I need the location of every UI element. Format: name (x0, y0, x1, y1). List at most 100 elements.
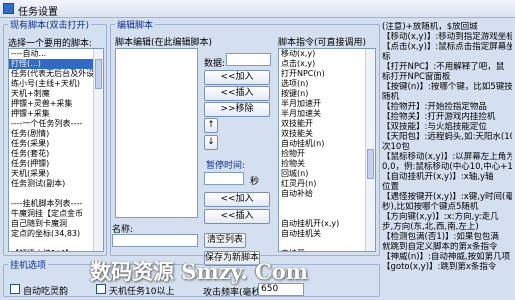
note-line: 秒),比如按哪个键点5随机 (382, 202, 479, 212)
command-list-item[interactable]: 点击(x,y) (279, 59, 375, 69)
note-line: 次10包 (382, 142, 410, 152)
note-line: 【神威(n)】:自动神威,按如第几项 (382, 252, 511, 262)
note-line: 【打开NPC】:不用解释了吧，鼠 (382, 62, 505, 72)
note-line: 就跳到自定义脚本的第x条指令 (382, 242, 498, 252)
add-button[interactable]: <<加入 (204, 70, 270, 85)
note-line: 【鼠标移动(x,y)】:以屏幕左上角为 (382, 152, 512, 162)
existing-scripts-list[interactable]: ----自动... 打怪(...) 任务(代表无后台及外设...) 练小号(主线+天机… (8, 48, 104, 252)
note-line: 标 (382, 52, 391, 62)
insert-button-2[interactable]: <<插入 (204, 209, 270, 224)
note-line: 【双技能】:与火焰技能定位 (382, 122, 487, 132)
command-list-item[interactable]: 内挂开 (279, 249, 375, 251)
commands-list-scroll-thumb[interactable] (367, 149, 374, 179)
command-list-item[interactable]: 捡物开 (279, 149, 375, 159)
command-list-item[interactable] (279, 199, 375, 209)
script-list-item[interactable]: 练小号(主线+天机) (9, 79, 103, 89)
command-list-item[interactable]: 回城(n) (279, 169, 375, 179)
auto-eat-label: 自动吃灵韵 (23, 287, 69, 297)
script-list-item[interactable]: 押镖+灵兽+采集 (9, 99, 103, 109)
command-list-item[interactable]: 半月加速开 (279, 99, 375, 109)
script-list-item[interactable]: 任务测试(副本) (9, 179, 103, 189)
script-list-item[interactable]: 任务(押镖) (9, 159, 103, 169)
script-list-item[interactable]: 任务(采果) (9, 139, 103, 149)
note-line: 【捡物开】:开始捡指定物品 (382, 102, 487, 112)
script-edit-label: 脚本编辑(在此编辑脚本) (115, 38, 213, 48)
command-list-item[interactable]: 红灵丹(n) (279, 179, 375, 189)
command-list-item[interactable]: 选项(n) (279, 79, 375, 89)
command-list-item[interactable]: 自动挂机开(x,y) (279, 219, 375, 229)
script-list-item[interactable]: ----一个任务列表---- (9, 119, 103, 129)
script-list-item[interactable]: 任务(剧情) (9, 129, 103, 139)
add-button-2[interactable]: <<加入 (204, 192, 270, 207)
command-list-item[interactable]: 自动挂机(n) (279, 139, 375, 149)
script-list-item[interactable]: ----自动... (9, 49, 103, 59)
edit-script-group-title: 编辑脚本 (115, 18, 156, 31)
script-list-item[interactable]: 打怪(...) (9, 59, 103, 69)
script-list-item[interactable]: 定点的坐标(34,83) (9, 229, 103, 239)
note-line: 【自动挂机开(x,y)】:x轴,y轴 (382, 172, 494, 182)
hang-options-group-title: 挂机选项 (8, 258, 49, 271)
note-line: 【捡物关】:打开游戏内挂捡机 (382, 112, 496, 122)
scripts-list-scrollbar[interactable] (93, 49, 103, 251)
command-list-item[interactable] (279, 209, 375, 219)
script-edit-list[interactable] (115, 48, 198, 218)
insert-button[interactable]: <<插入 (204, 86, 270, 101)
existing-scripts-group-title: 现有脚本(双击打开) (8, 18, 92, 31)
note-line: 【遇怪按键开(x,y)】:x键,y时间(毫 (382, 192, 512, 202)
notes-panel: (注意)+放随机，$放回城 【移动(x,y)】:移动到指定游戏坐标 【点击(x,y)… (382, 22, 512, 272)
seconds-label: 秒 (250, 177, 260, 187)
data-label: 数据: (204, 59, 226, 69)
script-list-item[interactable]: 天机+刺魔 (9, 89, 103, 99)
command-list-item[interactable] (279, 239, 375, 249)
note-line: 位置 (382, 182, 400, 192)
move-down-button[interactable]: ↓ (204, 135, 218, 150)
commands-label: 脚本指令(可直接调用) (278, 38, 367, 48)
note-line: 【方向键(x,y)】:x:方向,y:走几 (382, 212, 499, 222)
script-list-item[interactable] (9, 239, 103, 249)
auto-eat-checkbox[interactable] (10, 284, 20, 294)
command-list-item[interactable]: 双技能关 (279, 129, 375, 139)
remove-button[interactable]: >>移除 (204, 102, 270, 117)
window-title: 任务设置 (18, 7, 58, 18)
script-list-item[interactable]: 自己随到卡魔洞 (9, 219, 103, 229)
note-line: 【goto(x,y)】:跳到第x条指令 (382, 262, 497, 272)
note-line: 随机 (382, 92, 400, 102)
command-list-item[interactable]: 半月加速关 (279, 109, 375, 119)
script-list-item[interactable]: ----挂机脚本列表---- (9, 199, 103, 209)
pause-time-label: 暂停时间: (206, 161, 246, 171)
note-line: (注意)+放随机，$放回城 (382, 22, 478, 32)
note-line: 【点击(x,y)】:鼠标点击指定屏幕坐 (382, 42, 512, 52)
note-line: 步,方向(东,北,西,南,左上) (382, 222, 479, 232)
command-list-item[interactable]: 双技能开 (279, 119, 375, 129)
note-line: 【移动(x,y)】:移动到指定游戏坐标 (382, 32, 512, 42)
watermark-text: 数码资源 Smzy. Com (90, 259, 308, 284)
command-list-item[interactable]: 自动挂机关 (279, 229, 375, 239)
pause-time-input[interactable] (204, 172, 244, 185)
note-line: 0,0，例:鼠标移动(中心10,中心+10) (382, 162, 512, 172)
command-list-item[interactable]: 捡物关 (279, 159, 375, 169)
script-name-input[interactable] (112, 234, 198, 247)
script-list-item[interactable]: 任务(代表无后台及外设...) (9, 69, 103, 79)
note-line: 【按键(n)】:按哪个键，比如5键技 (382, 82, 512, 92)
script-list-item[interactable] (9, 189, 103, 199)
app-icon (3, 3, 14, 14)
note-line: 【检测包满(否1)】:如果包包满 (382, 232, 499, 242)
scripts-list-scroll-thumb[interactable] (95, 59, 102, 89)
commands-list[interactable]: 移动(x,y) 点击(x,y) 打开NPC(n) 选项(n) 按键(n) 半月加速开 半月加… (278, 48, 376, 252)
note-line: 标打开NPC窗面板 (382, 72, 451, 82)
clear-list-button[interactable]: 清空列表 (204, 233, 246, 248)
script-list-item[interactable]: 牛魔洞挂【定点金币 (9, 209, 103, 219)
script-list-item[interactable]: 天机(采果) (9, 169, 103, 179)
script-list-item[interactable]: 任务(套花) (9, 149, 103, 159)
script-list-item[interactable]: 【超级火墙1*4】 (9, 249, 103, 251)
command-list-item[interactable]: 自动补给 (279, 189, 375, 199)
command-list-item[interactable]: 按键(n) (279, 89, 375, 99)
note-line: 【天阳包】:远程蚂头,如:天阳水(10) (382, 132, 512, 142)
commands-list-scrollbar[interactable] (365, 49, 375, 251)
data-input[interactable] (226, 53, 271, 66)
move-up-button[interactable]: ↑ (204, 118, 218, 133)
script-list-item[interactable]: 押镖+采集 (9, 109, 103, 119)
command-list-item[interactable]: 移动(x,y) (279, 49, 375, 59)
title-bar: 任务设置 (0, 0, 515, 18)
command-list-item[interactable]: 打开NPC(n) (279, 69, 375, 79)
